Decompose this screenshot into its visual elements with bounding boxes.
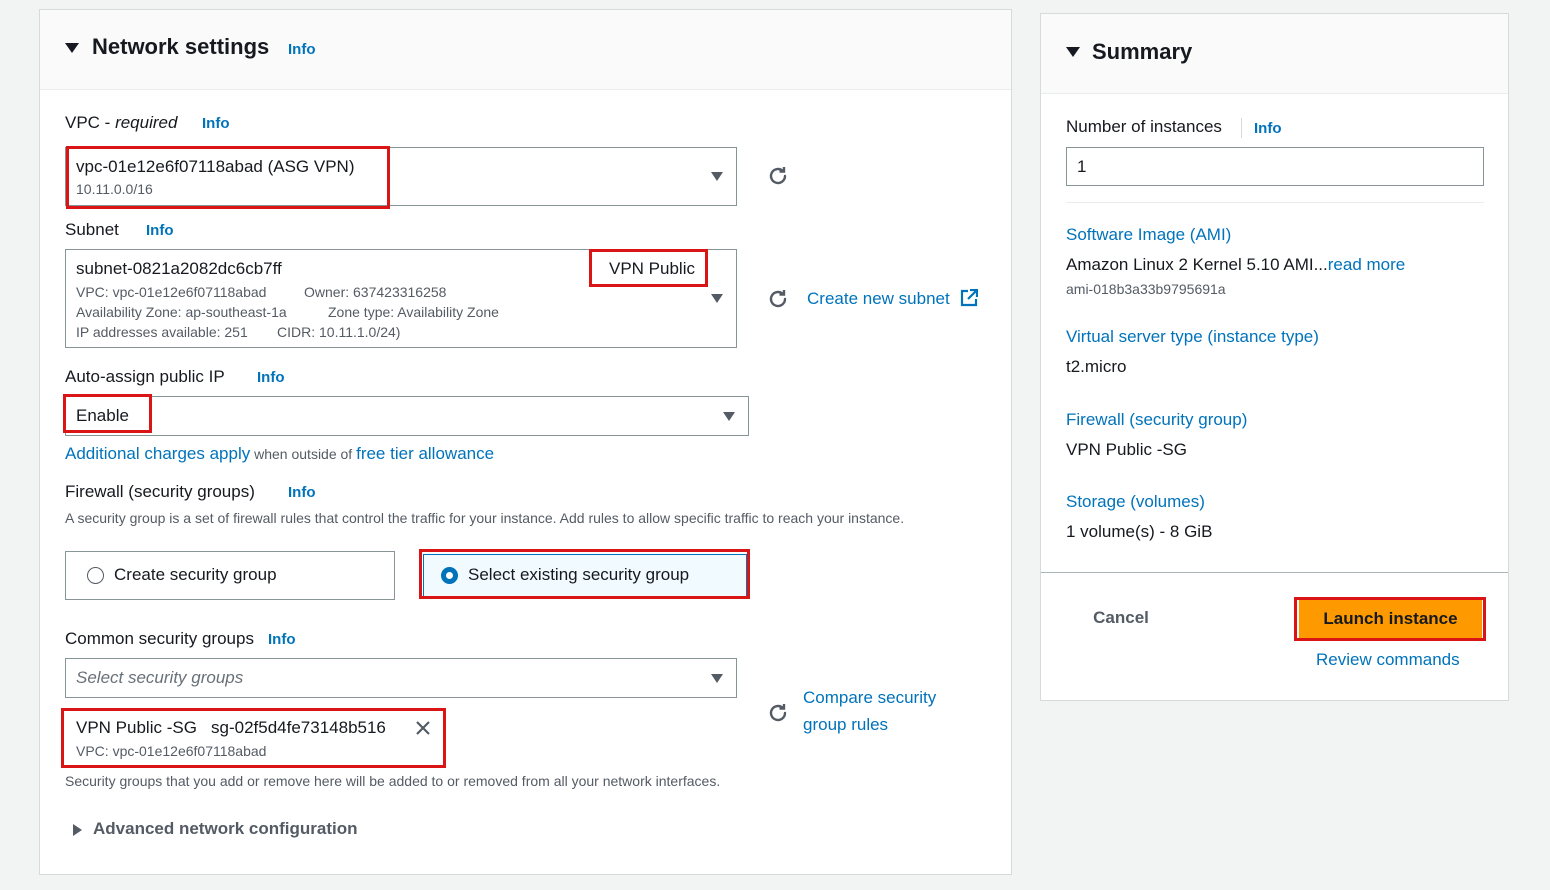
radio-selected-icon[interactable] xyxy=(441,567,458,584)
instances-input[interactable]: 1 xyxy=(1066,147,1484,186)
caret-down-icon xyxy=(711,172,723,181)
vpc-value: vpc-01e12e6f07118abad (ASG VPN) xyxy=(76,157,355,176)
divider xyxy=(1241,118,1242,138)
common-sg-label: Common security groups xyxy=(65,629,254,648)
vpc-select[interactable]: vpc-01e12e6f07118abad (ASG VPN) 10.11.0.… xyxy=(65,147,737,206)
auto-ip-value: Enable xyxy=(76,406,129,425)
security-groups-select[interactable]: Select security groups xyxy=(65,658,737,698)
launch-instance-button[interactable]: Launch instance xyxy=(1299,600,1482,638)
security-groups-help: Security groups that you add or remove h… xyxy=(65,773,721,789)
cancel-button[interactable]: Cancel xyxy=(1081,605,1161,631)
radio-unselected-icon[interactable] xyxy=(87,567,104,584)
expand-triangle-icon[interactable] xyxy=(73,824,82,836)
auto-ip-label: Auto-assign public IP xyxy=(65,367,225,386)
divider xyxy=(1066,202,1484,203)
compare-sg-link-line1[interactable]: Compare security xyxy=(803,688,936,708)
firewall-label: Firewall (security groups) xyxy=(65,482,255,501)
instances-info-link[interactable]: Info xyxy=(1254,120,1282,137)
subnet-select[interactable]: subnet-0821a2082dc6cb7ff VPN Public VPC:… xyxy=(65,249,737,348)
firewall-summary-link[interactable]: Firewall (security group) xyxy=(1066,410,1247,430)
subnet-owner: Owner: 637423316258 xyxy=(304,284,447,300)
summary-title: Summary xyxy=(1092,39,1193,64)
network-info-link[interactable]: Info xyxy=(288,41,316,58)
additional-charges-link[interactable]: Additional charges apply xyxy=(65,444,250,463)
instances-value: 1 xyxy=(1077,157,1087,176)
subnet-az: Availability Zone: ap-southeast-1a xyxy=(76,304,287,320)
subnet-tag: VPN Public xyxy=(609,259,695,278)
collapse-triangle-icon[interactable] xyxy=(1066,47,1080,57)
common-sg-info-link[interactable]: Info xyxy=(268,631,296,648)
ami-value: Amazon Linux 2 Kernel 5.10 AMI... xyxy=(1066,255,1328,274)
firewall-description: A security group is a set of firewall ru… xyxy=(65,510,905,526)
create-sg-label: Create security group xyxy=(114,565,277,584)
section-title: Network settings xyxy=(92,34,270,59)
summary-header[interactable]: Summary xyxy=(1041,14,1508,94)
ami-id: ami-018b3a33b9795691a xyxy=(1066,281,1226,297)
vpc-cidr: 10.11.0.0/16 xyxy=(76,181,153,197)
token-sg-id: sg-02f5d4fe73148b516 xyxy=(211,718,386,737)
charges-note: Additional charges apply when outside of… xyxy=(65,444,495,463)
instances-label: Number of instances xyxy=(1066,117,1222,136)
subnet-value: subnet-0821a2082dc6cb7ff xyxy=(76,259,282,278)
vpc-info-link[interactable]: Info xyxy=(202,115,230,132)
caret-down-icon xyxy=(723,412,735,421)
caret-down-icon xyxy=(711,674,723,683)
security-group-token: VPN Public -SG sg-02f5d4fe73148b516 VPC:… xyxy=(65,712,443,765)
create-sg-option[interactable]: Create security group xyxy=(65,551,395,600)
firewall-summary-value: VPN Public -SG xyxy=(1066,440,1187,459)
refresh-icon[interactable] xyxy=(766,164,790,188)
review-commands-link[interactable]: Review commands xyxy=(1316,650,1460,670)
auto-ip-select[interactable]: Enable xyxy=(65,396,749,436)
refresh-icon[interactable] xyxy=(766,287,790,311)
instance-type-value: t2.micro xyxy=(1066,357,1127,376)
summary-panel: Summary Number of instances Info 1 Softw… xyxy=(1040,13,1509,701)
subnet-vpc: VPC: vpc-01e12e6f07118abad xyxy=(76,284,267,300)
select-existing-sg-option[interactable]: Select existing security group xyxy=(423,554,747,597)
summary-footer: Cancel Launch instance Review commands xyxy=(1041,572,1508,700)
network-settings-header[interactable]: Network settings Info xyxy=(40,10,1011,90)
collapse-triangle-icon[interactable] xyxy=(65,43,79,53)
security-groups-placeholder: Select security groups xyxy=(76,668,244,687)
ami-link[interactable]: Software Image (AMI) xyxy=(1066,225,1231,245)
subnet-label: Subnet xyxy=(65,220,119,239)
ami-read-more-link[interactable]: read more xyxy=(1328,255,1405,274)
compare-sg-link-line2[interactable]: group rules xyxy=(803,715,888,735)
subnet-zone-type: Zone type: Availability Zone xyxy=(328,304,499,320)
storage-value: 1 volume(s) - 8 GiB xyxy=(1066,522,1213,541)
instance-type-link[interactable]: Virtual server type (instance type) xyxy=(1066,327,1319,347)
subnet-ip-count: IP addresses available: 251 xyxy=(76,324,248,340)
firewall-info-link[interactable]: Info xyxy=(288,484,316,501)
caret-down-icon xyxy=(711,294,723,303)
refresh-icon[interactable] xyxy=(766,701,790,725)
free-tier-link[interactable]: free tier allowance xyxy=(356,444,494,463)
ami-line: Amazon Linux 2 Kernel 5.10 AMI...read mo… xyxy=(1066,255,1405,275)
advanced-network-toggle[interactable]: Advanced network configuration xyxy=(93,819,357,839)
vpc-label: VPC - required xyxy=(65,113,178,132)
create-subnet-link[interactable]: Create new subnet xyxy=(807,289,950,309)
storage-link[interactable]: Storage (volumes) xyxy=(1066,492,1205,512)
token-sg-name: VPN Public -SG xyxy=(76,718,197,737)
select-existing-sg-label: Select existing security group xyxy=(468,565,690,584)
close-icon[interactable] xyxy=(415,720,431,736)
auto-ip-info-link[interactable]: Info xyxy=(257,369,285,386)
network-settings-panel: Network settings Info VPC - required Inf… xyxy=(39,9,1012,875)
token-sg-vpc: VPC: vpc-01e12e6f07118abad xyxy=(76,743,267,759)
subnet-info-link[interactable]: Info xyxy=(146,222,174,239)
subnet-cidr: CIDR: 10.11.1.0/24) xyxy=(277,324,401,340)
external-link-icon[interactable] xyxy=(960,289,978,307)
